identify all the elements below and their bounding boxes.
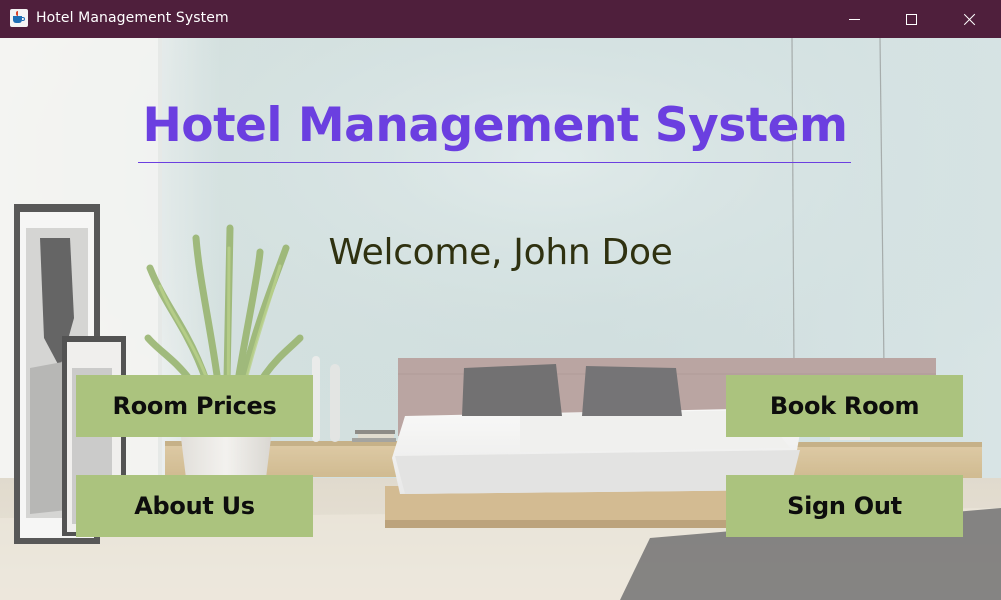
maximize-icon: [905, 13, 917, 25]
title-bar[interactable]: Hotel Management System: [0, 0, 1001, 38]
title-underline: [138, 162, 851, 163]
welcome-message: Welcome, John Doe: [328, 232, 673, 273]
page-title: Hotel Management System: [142, 98, 848, 153]
window-title: Hotel Management System: [36, 10, 229, 26]
java-cup-icon: [10, 9, 28, 27]
minimize-icon: [848, 18, 860, 20]
maximize-button[interactable]: [882, 0, 940, 38]
close-button[interactable]: [940, 0, 998, 38]
minimize-button[interactable]: [825, 0, 883, 38]
about-us-button[interactable]: About Us: [76, 475, 313, 537]
main-panel: Hotel Management System Welcome, John Do…: [0, 38, 1001, 600]
book-room-button[interactable]: Book Room: [726, 375, 963, 437]
sign-out-button[interactable]: Sign Out: [726, 475, 963, 537]
close-icon: [963, 13, 976, 26]
app-window: Hotel Management System Hotel Management…: [0, 0, 1001, 600]
room-prices-button[interactable]: Room Prices: [76, 375, 313, 437]
